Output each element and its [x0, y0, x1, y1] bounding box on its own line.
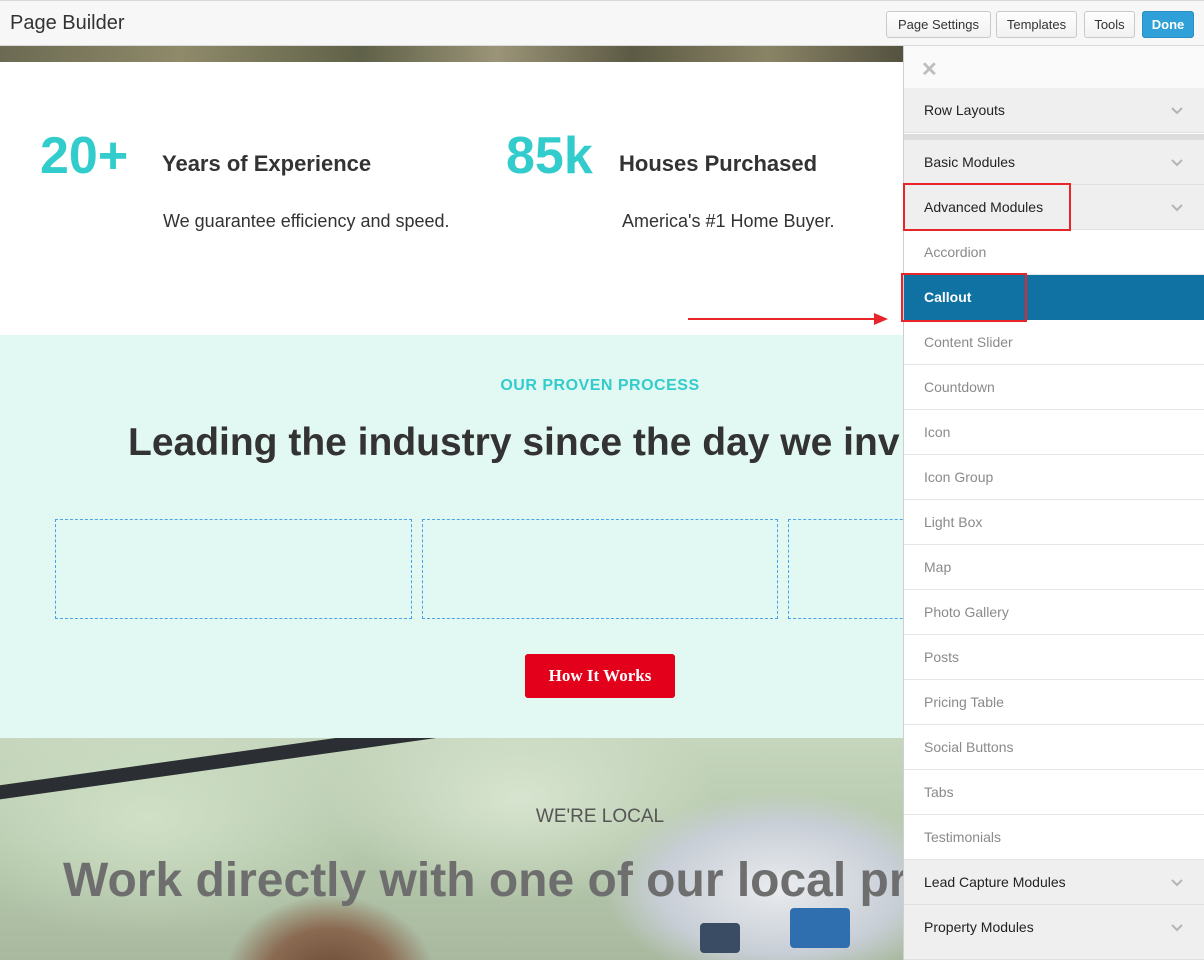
- module-item-pricing-table[interactable]: Pricing Table: [904, 680, 1204, 725]
- stat-label-houses: Houses Purchased: [619, 151, 818, 176]
- process-eyebrow: OUR PROVEN PROCESS: [500, 377, 700, 394]
- local-eyebrow: WE'RE LOCAL: [535, 806, 665, 827]
- module-label: Posts: [924, 649, 960, 665]
- chevron-down-icon: [1171, 924, 1183, 932]
- module-item-icon-group[interactable]: Icon Group: [904, 455, 1204, 500]
- module-label: Content Slider: [924, 334, 1013, 350]
- module-label: Icon Group: [924, 469, 994, 485]
- module-label: Map: [924, 559, 952, 575]
- module-item-callout[interactable]: Callout: [904, 275, 1204, 320]
- chevron-down-icon: [1171, 879, 1183, 887]
- module-item-countdown[interactable]: Countdown: [904, 365, 1204, 410]
- app-title: Page Builder: [10, 12, 125, 34]
- section-property-modules[interactable]: Property Modules: [904, 905, 1204, 960]
- how-it-works-button[interactable]: How It Works: [525, 654, 675, 698]
- process-section[interactable]: OUR PROVEN PROCESS Leading the industry …: [0, 335, 903, 738]
- module-item-accordion[interactable]: Accordion: [904, 230, 1204, 275]
- module-item-icon[interactable]: Icon: [904, 410, 1204, 455]
- module-label: Testimonials: [924, 829, 1002, 845]
- annotation-arrow-icon: [688, 313, 888, 325]
- page-canvas: 20+ Years of Experience We guarantee eff…: [0, 46, 903, 960]
- section-advanced-modules[interactable]: Advanced Modules: [904, 185, 1204, 230]
- close-icon[interactable]: ✕: [921, 57, 938, 82]
- section-label: Property Modules: [924, 919, 1034, 935]
- module-label: Photo Gallery: [924, 604, 1009, 620]
- process-heading: Leading the industry since the day we in…: [128, 421, 900, 464]
- module-label: Callout: [924, 289, 972, 305]
- section-lead-capture-modules[interactable]: Lead Capture Modules: [904, 860, 1204, 905]
- module-label: Social Buttons: [924, 739, 1014, 755]
- panel-close-bar: ✕: [904, 46, 1204, 88]
- page-settings-button[interactable]: Page Settings: [886, 11, 991, 38]
- window-frame: [0, 738, 794, 802]
- chevron-down-icon: [1171, 107, 1183, 115]
- module-item-posts[interactable]: Posts: [904, 635, 1204, 680]
- stat-number-houses: 85k: [506, 127, 593, 185]
- section-label: Advanced Modules: [924, 199, 1044, 215]
- local-section-photo[interactable]: WE'RE LOCAL Work directly with one of ou…: [0, 738, 903, 960]
- section-label: Lead Capture Modules: [924, 874, 1066, 890]
- stat-desc-experience: We guarantee efficiency and speed.: [163, 211, 450, 231]
- module-item-tabs[interactable]: Tabs: [904, 770, 1204, 815]
- module-label: Accordion: [924, 244, 987, 260]
- hero-image-strip: [0, 46, 903, 62]
- builder-toolbar: Page Builder Page Settings Templates Too…: [0, 0, 1204, 46]
- section-basic-modules[interactable]: Basic Modules: [904, 140, 1204, 185]
- done-button[interactable]: Done: [1142, 11, 1194, 38]
- module-item-content-slider[interactable]: Content Slider: [904, 320, 1204, 365]
- section-label: Row Layouts: [924, 102, 1005, 118]
- module-label: Pricing Table: [924, 694, 1004, 710]
- empty-column-dropzone[interactable]: [788, 519, 903, 619]
- stat-number-experience: 20+: [40, 127, 129, 185]
- empty-column-dropzone[interactable]: [422, 519, 778, 619]
- chevron-down-icon: [1171, 159, 1183, 167]
- module-item-testimonials[interactable]: Testimonials: [904, 815, 1204, 860]
- module-item-light-box[interactable]: Light Box: [904, 500, 1204, 545]
- module-item-social-buttons[interactable]: Social Buttons: [904, 725, 1204, 770]
- module-label: Countdown: [924, 379, 995, 395]
- stats-row[interactable]: 20+ Years of Experience We guarantee eff…: [0, 62, 903, 335]
- section-label: Basic Modules: [924, 154, 1016, 170]
- templates-button[interactable]: Templates: [996, 11, 1077, 38]
- module-item-map[interactable]: Map: [904, 545, 1204, 590]
- module-item-photo-gallery[interactable]: Photo Gallery: [904, 590, 1204, 635]
- tools-button[interactable]: Tools: [1084, 11, 1135, 38]
- binders-image: [790, 908, 850, 948]
- stat-label-experience: Years of Experience: [162, 151, 372, 176]
- empty-column-dropzone[interactable]: [55, 519, 412, 619]
- chevron-down-icon: [1171, 204, 1183, 212]
- section-row-layouts[interactable]: Row Layouts: [904, 88, 1204, 133]
- module-label: Light Box: [924, 514, 983, 530]
- local-heading: Work directly with one of our local pro: [63, 854, 903, 907]
- module-label: Icon: [924, 424, 951, 440]
- desk-object-image: [700, 923, 740, 953]
- modules-panel: ✕ Row Layouts Basic Modules Advanced Mod…: [903, 46, 1204, 960]
- module-label: Tabs: [924, 784, 954, 800]
- stat-desc-houses: America's #1 Home Buyer.: [622, 211, 835, 231]
